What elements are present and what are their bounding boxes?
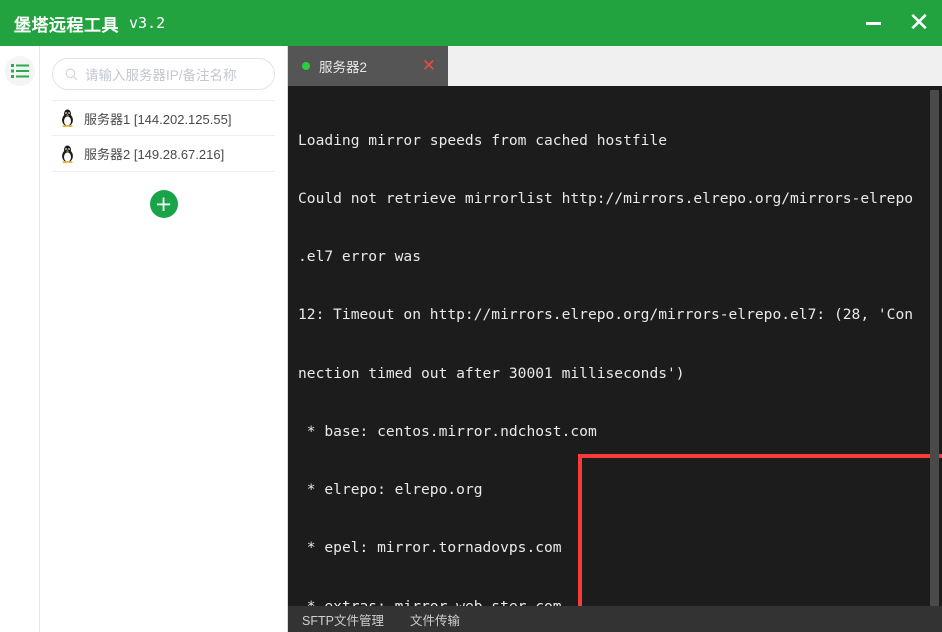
title-bar: 堡塔远程工具 v3.2 ✕: [0, 0, 942, 46]
terminal-pane: 服务器2 ✕ Loading mirror speeds from cached…: [288, 46, 942, 632]
terminal-output: Loading mirror speeds from cached hostfi…: [288, 86, 942, 606]
tab-label: 服务器2: [319, 60, 368, 75]
terminal-area[interactable]: Loading mirror speeds from cached hostfi…: [288, 86, 942, 606]
terminal-line: Could not retrieve mirrorlist http://mir…: [298, 190, 914, 208]
terminal-scrollbar[interactable]: [930, 88, 939, 606]
terminal-line: Loading mirror speeds from cached hostfi…: [298, 131, 668, 149]
status-item-sftp[interactable]: SFTP文件管理: [302, 610, 384, 629]
terminal-line: * epel: mirror.tornadovps.com: [298, 539, 562, 557]
tab-server2[interactable]: 服务器2 ✕: [288, 46, 448, 86]
plus-icon: +: [154, 191, 173, 216]
terminal-line: * elrepo: elrepo.org: [298, 481, 483, 499]
terminal-line: .el7 error was: [298, 248, 422, 266]
server-list-item[interactable]: 服务器1 [144.202.125.55]: [52, 100, 275, 136]
main-body: 请输入服务器IP/备注名称 服务器1 [144.202.125.55] 服务器2…: [0, 46, 942, 632]
close-icon: ✕: [908, 8, 930, 38]
search-input[interactable]: 请输入服务器IP/备注名称: [52, 58, 275, 90]
server-list-item[interactable]: 服务器2 [149.28.67.216]: [52, 136, 275, 172]
app-title: 堡塔远程工具: [14, 15, 119, 35]
server-sidebar: 请输入服务器IP/备注名称 服务器1 [144.202.125.55] 服务器2…: [40, 46, 288, 632]
terminal-scrollbar-thumb[interactable]: [930, 90, 939, 606]
tab-status-dot: [302, 62, 310, 70]
terminal-line: 12: Timeout on http://mirrors.elrepo.org…: [298, 306, 914, 324]
tab-close-icon[interactable]: ✕: [422, 57, 436, 75]
close-button[interactable]: ✕: [896, 0, 942, 46]
minimize-button[interactable]: [850, 0, 896, 46]
server-list-item-label: 服务器1 [144.202.125.55]: [84, 111, 232, 127]
list-menu-icon[interactable]: [4, 56, 35, 86]
add-server-wrap: +: [52, 190, 275, 218]
terminal-line: * base: centos.mirror.ndchost.com: [298, 422, 597, 440]
window-controls: ✕: [850, 0, 942, 46]
linux-penguin-icon: [62, 109, 73, 127]
list-menu-icon-glyph: [10, 64, 29, 78]
search-placeholder: 请输入服务器IP/备注名称: [85, 68, 237, 83]
server-list: 服务器1 [144.202.125.55] 服务器2 [149.28.67.21…: [52, 100, 275, 172]
server-list-item-label: 服务器2 [149.28.67.216]: [84, 147, 225, 162]
add-server-button[interactable]: +: [149, 190, 178, 218]
app-window: 堡塔远程工具 v3.2 ✕ 请输入服务器IP/备注名称 服务器1 [144.20…: [0, 0, 942, 632]
search-icon: [65, 68, 78, 80]
terminal-line: * extras: mirror.web-ster.com: [298, 597, 942, 606]
status-item-transfer[interactable]: 文件传输: [410, 610, 460, 629]
terminal-line: nection timed out after 30001 millisecon…: [298, 364, 685, 382]
status-bar: SFTP文件管理 文件传输: [288, 606, 942, 632]
left-rail: [0, 46, 40, 632]
minimize-icon: [865, 21, 881, 25]
app-version: v3.2: [129, 14, 166, 32]
tab-strip: 服务器2 ✕: [288, 46, 942, 86]
linux-penguin-icon: [62, 145, 73, 163]
